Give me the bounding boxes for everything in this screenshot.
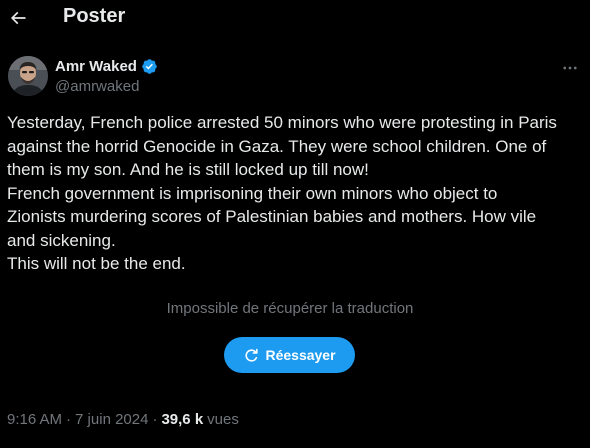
tweet-meta: 9:16 AM · 7 juin 2024 · 39,6 k vues (7, 411, 239, 428)
tweet-text: Yesterday, French police arrested 50 min… (7, 111, 585, 276)
refresh-icon (245, 348, 259, 362)
author-handle[interactable]: @amrwaked (55, 78, 139, 95)
retry-button-label: Réessayer (265, 347, 336, 363)
tweet-line: French government is imprisoning their o… (7, 183, 498, 203)
back-button[interactable] (2, 2, 34, 34)
author-name[interactable]: Amr Waked (55, 58, 137, 75)
tweet-line: Yesterday, French police arrested 50 min… (7, 113, 557, 132)
views-label: vues (207, 411, 239, 428)
more-options-icon (563, 66, 577, 70)
author-row: Amr Waked @amrwaked (8, 56, 582, 100)
author-name-row: Amr Waked (55, 58, 158, 75)
more-options-button[interactable] (558, 56, 582, 80)
tweet-time[interactable]: 9:16 AM (7, 411, 62, 428)
page-title: Poster (63, 5, 126, 27)
top-bar: Poster (0, 0, 590, 38)
tweet-line: and sickening. (7, 230, 116, 250)
retry-button[interactable]: Réessayer (224, 337, 355, 373)
tweet-page: Poster Amr Waked @amrwaked Yesterday, Fr… (0, 0, 590, 448)
views-count[interactable]: 39,6 k (161, 411, 203, 428)
meta-separator: · (152, 411, 158, 428)
meta-separator: · (66, 411, 72, 428)
avatar-photo-icon (8, 56, 48, 96)
translation-error-text: Impossible de récupérer la traduction (166, 300, 414, 317)
tweet-line: against the horrid Genocide in Gaza. The… (7, 136, 547, 156)
tweet-line: This will not be the end. (7, 254, 186, 273)
verified-badge-icon (142, 59, 157, 74)
tweet-line: Zionists murdering scores of Palestinian… (7, 207, 537, 226)
avatar[interactable] (8, 56, 48, 96)
tweet-line: them is my son. And he is still locked u… (7, 160, 369, 179)
back-arrow-icon (10, 11, 26, 25)
tweet-date[interactable]: 7 juin 2024 (75, 411, 148, 428)
